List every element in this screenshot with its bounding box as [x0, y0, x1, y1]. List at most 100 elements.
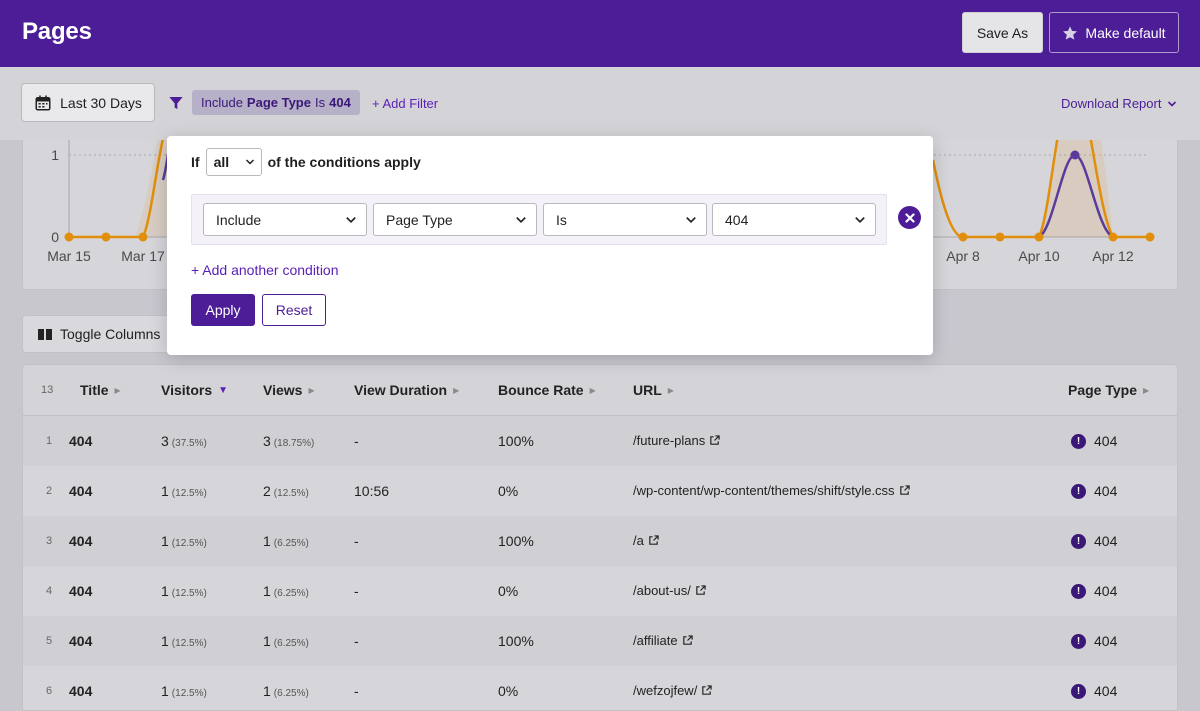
match-type-value: all [213, 154, 230, 170]
row-url-link[interactable]: /a [633, 533, 659, 548]
make-default-button[interactable]: Make default [1049, 12, 1179, 53]
column-header-visitors[interactable]: Visitors ▼ [161, 382, 228, 398]
sort-arrow-icon: ▶ [453, 385, 460, 395]
row-url-link[interactable]: /wefzojfew/ [633, 683, 712, 698]
column-header-title[interactable]: Title ▶ [80, 382, 121, 398]
row-view-duration: 10:56 [354, 483, 390, 499]
active-filter-chip[interactable]: Include Page Type Is 404 [192, 90, 360, 115]
toggle-columns-label: Toggle Columns [60, 326, 161, 342]
make-default-label: Make default [1085, 24, 1166, 41]
remove-condition-button[interactable] [898, 206, 921, 229]
apply-button[interactable]: Apply [191, 294, 255, 326]
close-icon [904, 212, 915, 223]
visitors-percent: (12.5%) [171, 488, 207, 499]
condition-operator-value: Is [556, 211, 567, 228]
row-bounce-rate: 100% [498, 433, 534, 449]
chart-point[interactable] [958, 232, 968, 242]
row-title: 404 [69, 583, 93, 599]
chart-point[interactable] [1145, 232, 1155, 242]
table-row[interactable]: 2 404 1 (12.5%) 2 (12.5%) 10:56 0% /wp-content/w… [23, 466, 1177, 516]
chevron-down-icon [346, 216, 356, 223]
row-title: 404 [69, 683, 93, 699]
external-link-icon [696, 585, 706, 595]
row-view-duration: - [354, 533, 359, 549]
chart-point[interactable] [995, 232, 1005, 242]
condition-match-line: If all of the conditions apply [191, 148, 421, 176]
chart-point[interactable] [64, 232, 74, 242]
table-row[interactable]: 3 404 1 (12.5%) 1 (6.25%) - 100% /a ! 404 [23, 516, 1177, 566]
chart-point[interactable] [101, 232, 111, 242]
views-percent: (6.25%) [273, 538, 309, 549]
page-title: Pages [22, 18, 92, 45]
column-header-views[interactable]: Views ▶ [263, 382, 315, 398]
chart-point[interactable] [138, 232, 148, 242]
table-row[interactable]: 5 404 1 (12.5%) 1 (6.25%) - 100% /affiliate ! 404 [23, 616, 1177, 666]
condition-mode-value: Include [216, 211, 262, 228]
row-index: 4 [45, 585, 53, 597]
save-as-button[interactable]: Save As [962, 12, 1043, 53]
sort-arrow-icon: ▶ [1143, 385, 1150, 395]
row-bounce-rate: 100% [498, 633, 534, 649]
row-page-type: ! 404 [1071, 433, 1117, 449]
match-type-select[interactable]: all [205, 148, 262, 176]
sort-arrow-icon: ▶ [589, 385, 596, 395]
column-header-bounce-rate[interactable]: Bounce Rate ▶ [498, 382, 596, 398]
external-link-icon [899, 485, 910, 495]
views-percent: (6.25%) [273, 638, 309, 649]
row-url-link[interactable]: /affiliate [633, 633, 693, 648]
external-link-icon [710, 435, 720, 445]
reset-button[interactable]: Reset [262, 294, 326, 326]
condition-field-select[interactable]: Page Type [373, 203, 537, 236]
table-row[interactable]: 1 404 3 (37.5%) 3 (18.75%) - 100% /future-plans!… [23, 416, 1177, 466]
condition-mode-select[interactable]: Include [203, 203, 367, 236]
row-bounce-rate: 0% [498, 583, 519, 599]
table-row[interactable]: 6 404 1 (12.5%) 1 (6.25%) - 0% /wefzojfew/ ! 404 [23, 666, 1177, 710]
y-tick-label: 0 [51, 229, 59, 245]
x-tick-label: Apr 8 [946, 248, 980, 264]
alert-icon: ! [1071, 533, 1086, 549]
add-filter-link[interactable]: + Add Filter [372, 96, 438, 111]
download-report-dropdown[interactable]: Download Report [1061, 96, 1177, 111]
filter-funnel-icon[interactable] [168, 95, 184, 111]
row-page-type: ! 404 [1071, 533, 1117, 549]
row-url-link[interactable]: /future-plans [633, 433, 720, 448]
condition-field-value: Page Type [386, 211, 453, 228]
condition-value-select[interactable]: 404 [712, 203, 876, 236]
sort-desc-icon: ▼ [218, 384, 229, 396]
row-visitors: 1 (12.5%) [161, 583, 207, 599]
download-report-label: Download Report [1061, 96, 1162, 111]
chart-point[interactable] [1108, 232, 1118, 242]
chart-point[interactable] [1034, 232, 1044, 242]
column-header-page-type[interactable]: Page Type ▶ [1068, 382, 1149, 398]
row-url-link[interactable]: /wp-content/wp-content/themes/shift/styl… [633, 483, 910, 498]
alert-icon: ! [1071, 583, 1086, 599]
row-view-duration: - [354, 583, 359, 599]
chevron-down-icon [516, 216, 526, 223]
row-title: 404 [69, 533, 93, 549]
chip-value: 404 [329, 95, 351, 110]
column-header-view-duration[interactable]: View Duration ▶ [354, 382, 459, 398]
add-condition-link[interactable]: + Add another condition [191, 262, 339, 278]
row-count: 13 [41, 384, 54, 396]
alert-icon: ! [1071, 483, 1086, 499]
external-link-icon [702, 685, 712, 695]
row-page-type: ! 404 [1071, 683, 1117, 699]
chart-point[interactable] [1070, 150, 1080, 160]
date-range-button[interactable]: Last 30 Days [21, 83, 155, 122]
row-title: 404 [69, 633, 93, 649]
row-url-link[interactable]: /about-us/ [633, 583, 706, 598]
alert-icon: ! [1071, 633, 1086, 649]
chevron-down-icon [245, 159, 254, 165]
column-header-url[interactable]: URL ▶ [633, 382, 674, 398]
condition-operator-select[interactable]: Is [543, 203, 707, 236]
row-views: 1 (6.25%) [263, 633, 309, 649]
views-percent: (18.75%) [273, 438, 315, 449]
views-percent: (6.25%) [273, 588, 309, 599]
table-row[interactable]: 4 404 1 (12.5%) 1 (6.25%) - 0% /about-us/ ! 404 [23, 566, 1177, 616]
row-views: 1 (6.25%) [263, 583, 309, 599]
toggle-columns-button[interactable]: Toggle Columns [22, 315, 182, 353]
visitors-percent: (37.5%) [171, 438, 207, 449]
header-bar: Pages Save As Make default [0, 0, 1200, 67]
row-page-type: ! 404 [1071, 633, 1117, 649]
row-visitors: 1 (12.5%) [161, 633, 207, 649]
